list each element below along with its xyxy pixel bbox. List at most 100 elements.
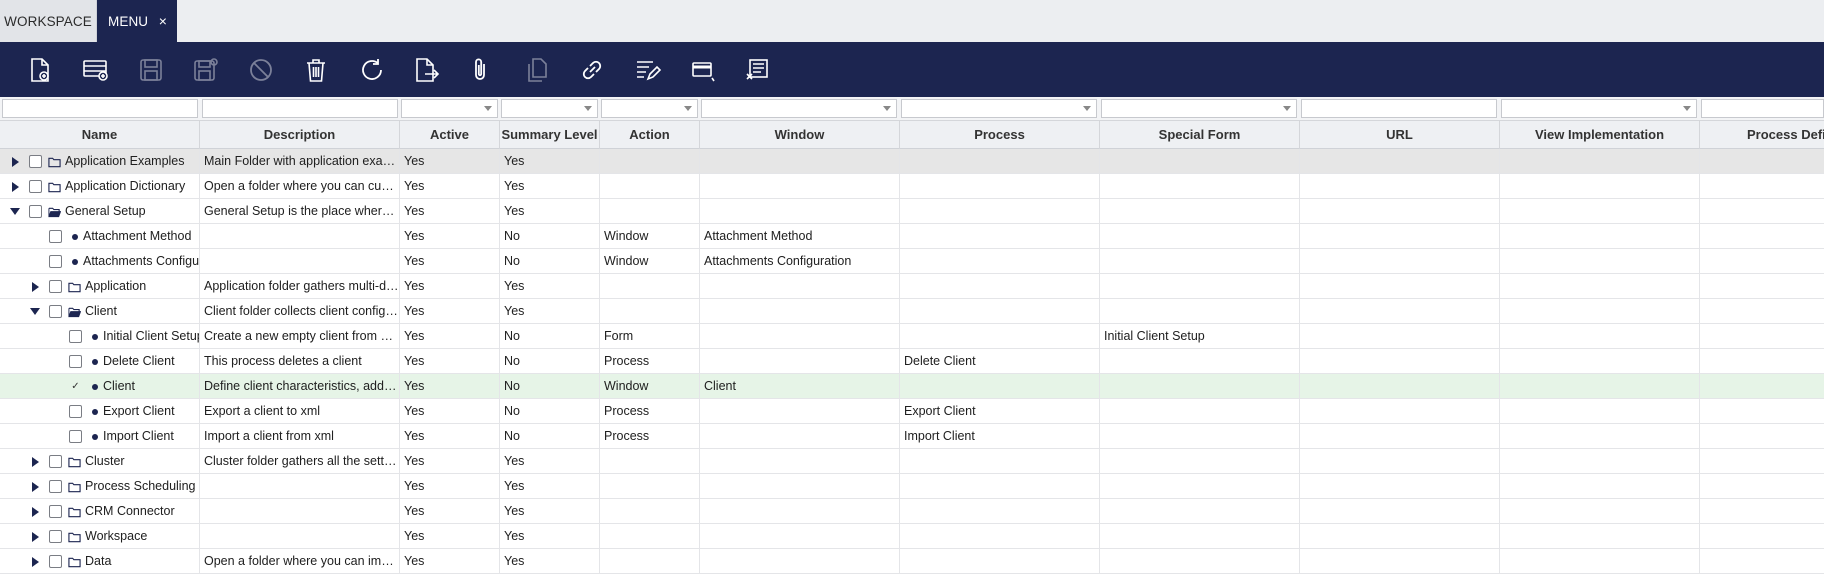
table-row[interactable]: Cluster Cluster folder gathers all the se… (0, 449, 1824, 474)
cancel-icon[interactable] (246, 55, 276, 85)
row-checkbox[interactable] (29, 180, 42, 193)
new-document-icon[interactable] (25, 55, 55, 85)
edit-columns-icon[interactable] (633, 55, 663, 85)
table-row[interactable]: Application Dictionary Open a folder wher… (0, 174, 1824, 199)
notes-icon[interactable] (743, 55, 773, 85)
expand-caret-icon[interactable] (28, 455, 42, 469)
filter-process-definition[interactable] (1701, 99, 1824, 118)
tree-node: Application (28, 274, 146, 299)
col-header-active[interactable]: Active (400, 121, 500, 149)
table-row[interactable]: Attachment Method Yes No Window Attachment M… (0, 224, 1824, 249)
col-header-name[interactable]: Name (0, 121, 200, 149)
row-checkbox[interactable] (49, 305, 62, 318)
cell-description: Import a client from xml (200, 424, 400, 449)
table-row[interactable]: Client Client folder collects client conf… (0, 299, 1824, 324)
filter-description[interactable] (202, 99, 398, 118)
col-header-description[interactable]: Description (200, 121, 400, 149)
filter-action[interactable] (601, 99, 698, 118)
col-header-process-definition[interactable]: Process Definition (1700, 121, 1824, 149)
expand-caret-icon[interactable] (28, 555, 42, 569)
expand-caret-icon[interactable] (28, 505, 42, 519)
row-checkbox[interactable] (49, 480, 62, 493)
cell-name: Process Scheduling (0, 474, 200, 499)
cell-special-form (1100, 249, 1300, 274)
col-header-summary-level[interactable]: Summary Level (500, 121, 600, 149)
table-row[interactable]: Attachments ConfigurationYesNoWindowAtta… (0, 249, 1824, 274)
export-icon[interactable] (411, 55, 441, 85)
cell-description: This process deletes a client (200, 349, 400, 374)
table-row[interactable]: Workspace Yes Yes (0, 524, 1824, 549)
attachment-icon[interactable] (466, 55, 496, 85)
filter-window[interactable] (701, 99, 897, 118)
save-and-new-icon[interactable] (191, 55, 221, 85)
tab-workspace[interactable]: WORKSPACE (0, 0, 97, 42)
save-icon[interactable] (136, 55, 166, 85)
expand-caret-icon[interactable] (28, 480, 42, 494)
cell-name: Client (0, 299, 200, 324)
filter-process[interactable] (901, 99, 1097, 118)
table-row[interactable]: Application Examples Main Folder with app… (0, 149, 1824, 174)
col-header-action[interactable]: Action (600, 121, 700, 149)
cell-url (1300, 249, 1500, 274)
link-icon[interactable] (577, 55, 607, 85)
table-row[interactable]: Data Open a folder where you can import d… (0, 549, 1824, 574)
row-checkbox[interactable] (69, 405, 82, 418)
cell-process (900, 374, 1100, 399)
col-header-view-implementation[interactable]: View Implementation (1500, 121, 1700, 149)
expand-caret-icon[interactable] (28, 280, 42, 294)
col-header-url[interactable]: URL (1300, 121, 1500, 149)
collapse-caret-icon[interactable] (28, 305, 42, 319)
expand-caret-icon[interactable] (8, 155, 22, 169)
table-row[interactable]: Delete Client This process deletes a clie… (0, 349, 1824, 374)
col-header-process[interactable]: Process (900, 121, 1100, 149)
cell-active: Yes (400, 549, 500, 574)
cell-url (1300, 449, 1500, 474)
new-record-icon[interactable] (81, 55, 111, 85)
row-checkbox[interactable] (49, 455, 62, 468)
table-row[interactable]: Application Application folder gathers mu… (0, 274, 1824, 299)
table-row[interactable]: Export Client Export a client to xml Yes No… (0, 399, 1824, 424)
tree-node: Application Examples (8, 149, 185, 174)
menu-entry-bullet-icon (92, 358, 98, 365)
copy-icon[interactable] (522, 55, 552, 85)
close-icon[interactable]: × (159, 13, 167, 29)
tree-node: General Setup (8, 199, 146, 224)
collapse-caret-icon[interactable] (8, 205, 22, 219)
row-checkbox[interactable] (49, 230, 62, 243)
table-row[interactable]: Import Client Import a client from xml Yes… (0, 424, 1824, 449)
table-row[interactable]: General Setup General Setup is the place … (0, 199, 1824, 224)
row-checkbox[interactable] (69, 430, 82, 443)
delete-icon[interactable] (301, 55, 331, 85)
row-checkbox[interactable] (49, 555, 62, 568)
col-header-special-form[interactable]: Special Form (1100, 121, 1300, 149)
tree-node-label: Export Client (103, 404, 175, 418)
tab-menu[interactable]: MENU × (97, 0, 177, 42)
row-checkbox[interactable] (69, 355, 82, 368)
filter-view-implementation[interactable] (1501, 99, 1697, 118)
expand-caret-icon[interactable] (28, 530, 42, 544)
table-row[interactable]: ✓ Client Define client characteristics, ad… (0, 374, 1824, 399)
row-checkbox[interactable] (29, 155, 42, 168)
row-checkbox[interactable] (69, 330, 82, 343)
expand-caret-icon[interactable] (8, 180, 22, 194)
filter-url[interactable] (1301, 99, 1497, 118)
row-checkbox-checked[interactable]: ✓ (69, 380, 82, 393)
form-view-icon[interactable] (689, 55, 719, 85)
row-checkbox[interactable] (49, 280, 62, 293)
filter-active[interactable] (401, 99, 498, 118)
col-header-window[interactable]: Window (700, 121, 900, 149)
table-row[interactable]: Process Scheduling Yes Yes (0, 474, 1824, 499)
refresh-icon[interactable] (357, 55, 387, 85)
row-checkbox[interactable] (29, 205, 42, 218)
cell-window (700, 549, 900, 574)
table-row[interactable]: CRM Connector Yes Yes (0, 499, 1824, 524)
row-checkbox[interactable] (49, 255, 62, 268)
filter-summary-level[interactable] (501, 99, 598, 118)
cell-active: Yes (400, 274, 500, 299)
table-row[interactable]: Initial Client Setup Create a new empty c… (0, 324, 1824, 349)
filter-name[interactable] (2, 99, 198, 118)
filter-special-form[interactable] (1101, 99, 1297, 118)
row-checkbox[interactable] (49, 505, 62, 518)
row-checkbox[interactable] (49, 530, 62, 543)
tab-menu-label: MENU (108, 13, 149, 29)
